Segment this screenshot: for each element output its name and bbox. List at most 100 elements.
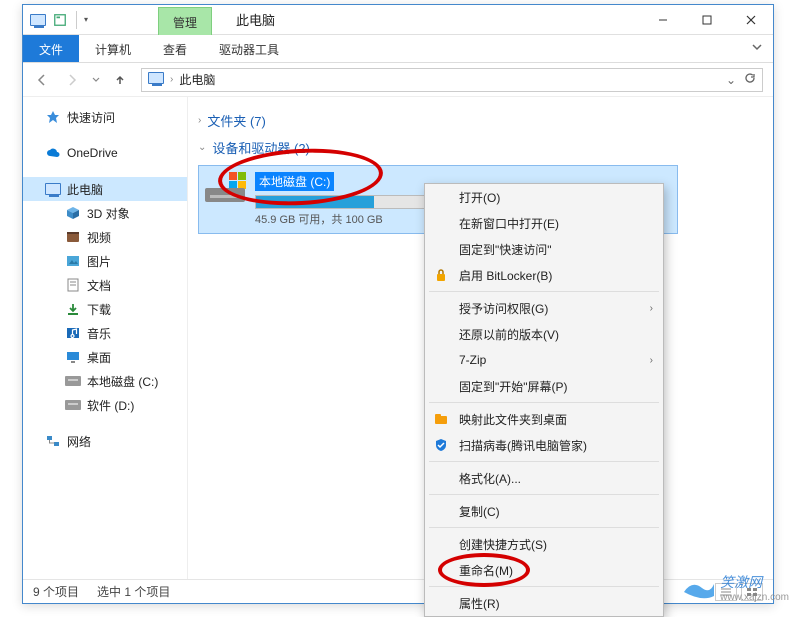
pc-icon bbox=[45, 181, 61, 197]
navigation-pane[interactable]: 快速访问 OneDrive 此电脑 3D 对象 视频 bbox=[23, 97, 188, 579]
menu-separator bbox=[429, 494, 659, 495]
chevron-right-icon[interactable]: › bbox=[198, 115, 201, 126]
status-item-count: 9 个项目 bbox=[33, 583, 79, 600]
close-button[interactable] bbox=[729, 5, 773, 35]
picture-icon bbox=[65, 253, 81, 269]
group-label: 文件夹 (7) bbox=[207, 111, 266, 130]
sidebar-label: 桌面 bbox=[87, 349, 111, 366]
sidebar-label: 网络 bbox=[67, 433, 91, 450]
download-icon bbox=[65, 301, 81, 317]
context-menu-item[interactable]: 扫描病毒(腾讯电脑管家) bbox=[425, 432, 663, 458]
sidebar-item-local-disk-c[interactable]: 本地磁盘 (C:) bbox=[23, 369, 187, 393]
quick-access-toolbar: ▾ bbox=[23, 11, 98, 29]
star-icon bbox=[45, 109, 61, 125]
breadcrumb-dropdown-icon[interactable]: ⌄ bbox=[726, 73, 736, 87]
sidebar-item-software-d[interactable]: 软件 (D:) bbox=[23, 393, 187, 417]
sidebar-label: 本地磁盘 (C:) bbox=[87, 373, 158, 390]
context-menu-item[interactable]: 打开(O) bbox=[425, 184, 663, 210]
tab-drive-tools[interactable]: 驱动器工具 bbox=[203, 35, 295, 62]
chevron-right-icon: › bbox=[650, 355, 653, 366]
context-menu-item[interactable]: 授予访问权限(G)› bbox=[425, 295, 663, 321]
ribbon-collapse-icon[interactable] bbox=[741, 35, 773, 62]
status-view-switcher bbox=[715, 583, 763, 601]
sidebar-item-this-pc[interactable]: 此电脑 bbox=[23, 177, 187, 201]
context-menu-item[interactable]: 复制(C) bbox=[425, 498, 663, 524]
sidebar-label: 视频 bbox=[87, 229, 111, 246]
tab-view[interactable]: 查看 bbox=[147, 35, 203, 62]
recent-dropdown-icon[interactable] bbox=[89, 67, 103, 93]
context-menu-label: 7-Zip bbox=[459, 353, 486, 367]
group-folders[interactable]: › 文件夹 (7) bbox=[198, 111, 763, 130]
music-icon bbox=[65, 325, 81, 341]
context-menu-item[interactable]: 还原以前的版本(V) bbox=[425, 321, 663, 347]
up-button[interactable] bbox=[107, 67, 133, 93]
tab-computer[interactable]: 计算机 bbox=[79, 35, 147, 62]
drive-icon bbox=[65, 373, 81, 389]
context-menu-item[interactable]: 启用 BitLocker(B) bbox=[425, 262, 663, 288]
sidebar-label: 3D 对象 bbox=[87, 205, 130, 222]
context-menu-item[interactable]: 属性(R) bbox=[425, 590, 663, 616]
context-menu-item[interactable]: 创建快捷方式(S) bbox=[425, 531, 663, 557]
chevron-down-icon[interactable]: ⌄ bbox=[198, 142, 206, 153]
forward-button[interactable] bbox=[59, 67, 85, 93]
network-icon bbox=[45, 433, 61, 449]
sidebar-item-desktop[interactable]: 桌面 bbox=[23, 345, 187, 369]
menu-separator bbox=[429, 461, 659, 462]
sidebar-label: 音乐 bbox=[87, 325, 111, 342]
context-menu-label: 映射此文件夹到桌面 bbox=[459, 411, 567, 428]
cube-icon bbox=[65, 205, 81, 221]
context-menu-label: 在新窗口中打开(E) bbox=[459, 215, 559, 232]
context-menu-label: 重命名(M) bbox=[459, 562, 513, 579]
group-label: 设备和驱动器 (2) bbox=[212, 138, 310, 157]
sidebar-item-network[interactable]: 网络 bbox=[23, 429, 187, 453]
qat-properties-icon[interactable] bbox=[51, 11, 69, 29]
drive-name: 本地磁盘 (C:) bbox=[255, 172, 334, 191]
sidebar-item-videos[interactable]: 视频 bbox=[23, 225, 187, 249]
shield-icon bbox=[433, 437, 449, 453]
sidebar-item-pictures[interactable]: 图片 bbox=[23, 249, 187, 273]
context-menu-item[interactable]: 格式化(A)... bbox=[425, 465, 663, 491]
back-button[interactable] bbox=[29, 67, 55, 93]
view-icons-button[interactable] bbox=[741, 583, 763, 601]
cloud-icon bbox=[45, 145, 61, 161]
context-menu-label: 还原以前的版本(V) bbox=[459, 326, 559, 343]
ribbon-context-tab-manage[interactable]: 管理 bbox=[158, 7, 212, 35]
context-menu-item[interactable]: 重命名(M) bbox=[425, 557, 663, 583]
minimize-button[interactable] bbox=[641, 5, 685, 35]
breadcrumb-pc-icon bbox=[148, 72, 164, 88]
view-details-button[interactable] bbox=[715, 583, 737, 601]
sidebar-item-downloads[interactable]: 下载 bbox=[23, 297, 187, 321]
document-icon bbox=[65, 277, 81, 293]
refresh-icon[interactable] bbox=[744, 72, 756, 87]
address-bar: › 此电脑 ⌄ bbox=[23, 63, 773, 97]
breadcrumb[interactable]: › 此电脑 ⌄ bbox=[141, 68, 763, 92]
video-icon bbox=[65, 229, 81, 245]
qat-dropdown-icon[interactable]: ▾ bbox=[84, 15, 92, 24]
maximize-button[interactable] bbox=[685, 5, 729, 35]
chevron-right-icon[interactable]: › bbox=[170, 74, 173, 85]
menu-separator bbox=[429, 527, 659, 528]
sidebar-item-3d-objects[interactable]: 3D 对象 bbox=[23, 201, 187, 225]
sidebar-item-quick-access[interactable]: 快速访问 bbox=[23, 105, 187, 129]
context-menu-label: 格式化(A)... bbox=[459, 470, 521, 487]
sidebar-label: 软件 (D:) bbox=[87, 397, 134, 414]
sidebar-item-onedrive[interactable]: OneDrive bbox=[23, 141, 187, 165]
menu-separator bbox=[429, 402, 659, 403]
context-menu-label: 扫描病毒(腾讯电脑管家) bbox=[459, 437, 587, 454]
breadcrumb-location[interactable]: 此电脑 bbox=[179, 71, 215, 88]
sidebar-item-music[interactable]: 音乐 bbox=[23, 321, 187, 345]
context-menu-item[interactable]: 固定到"开始"屏幕(P) bbox=[425, 373, 663, 399]
context-menu-item[interactable]: 映射此文件夹到桌面 bbox=[425, 406, 663, 432]
context-menu-item[interactable]: 固定到"快速访问" bbox=[425, 236, 663, 262]
bitlocker-icon bbox=[433, 267, 449, 283]
window-title: 此电脑 bbox=[236, 10, 275, 29]
menu-separator bbox=[429, 291, 659, 292]
context-menu-item[interactable]: 7-Zip › bbox=[425, 347, 663, 373]
file-tab[interactable]: 文件 bbox=[23, 35, 79, 62]
sidebar-item-documents[interactable]: 文档 bbox=[23, 273, 187, 297]
context-menu-label: 启用 BitLocker(B) bbox=[459, 267, 552, 284]
group-drives[interactable]: ⌄ 设备和驱动器 (2) bbox=[198, 138, 763, 157]
context-menu[interactable]: 打开(O) 在新窗口中打开(E) 固定到"快速访问" 启用 BitLocker(B) 授… bbox=[424, 183, 664, 617]
context-menu-item[interactable]: 在新窗口中打开(E) bbox=[425, 210, 663, 236]
ribbon-context-tabs: 管理 bbox=[158, 5, 212, 35]
